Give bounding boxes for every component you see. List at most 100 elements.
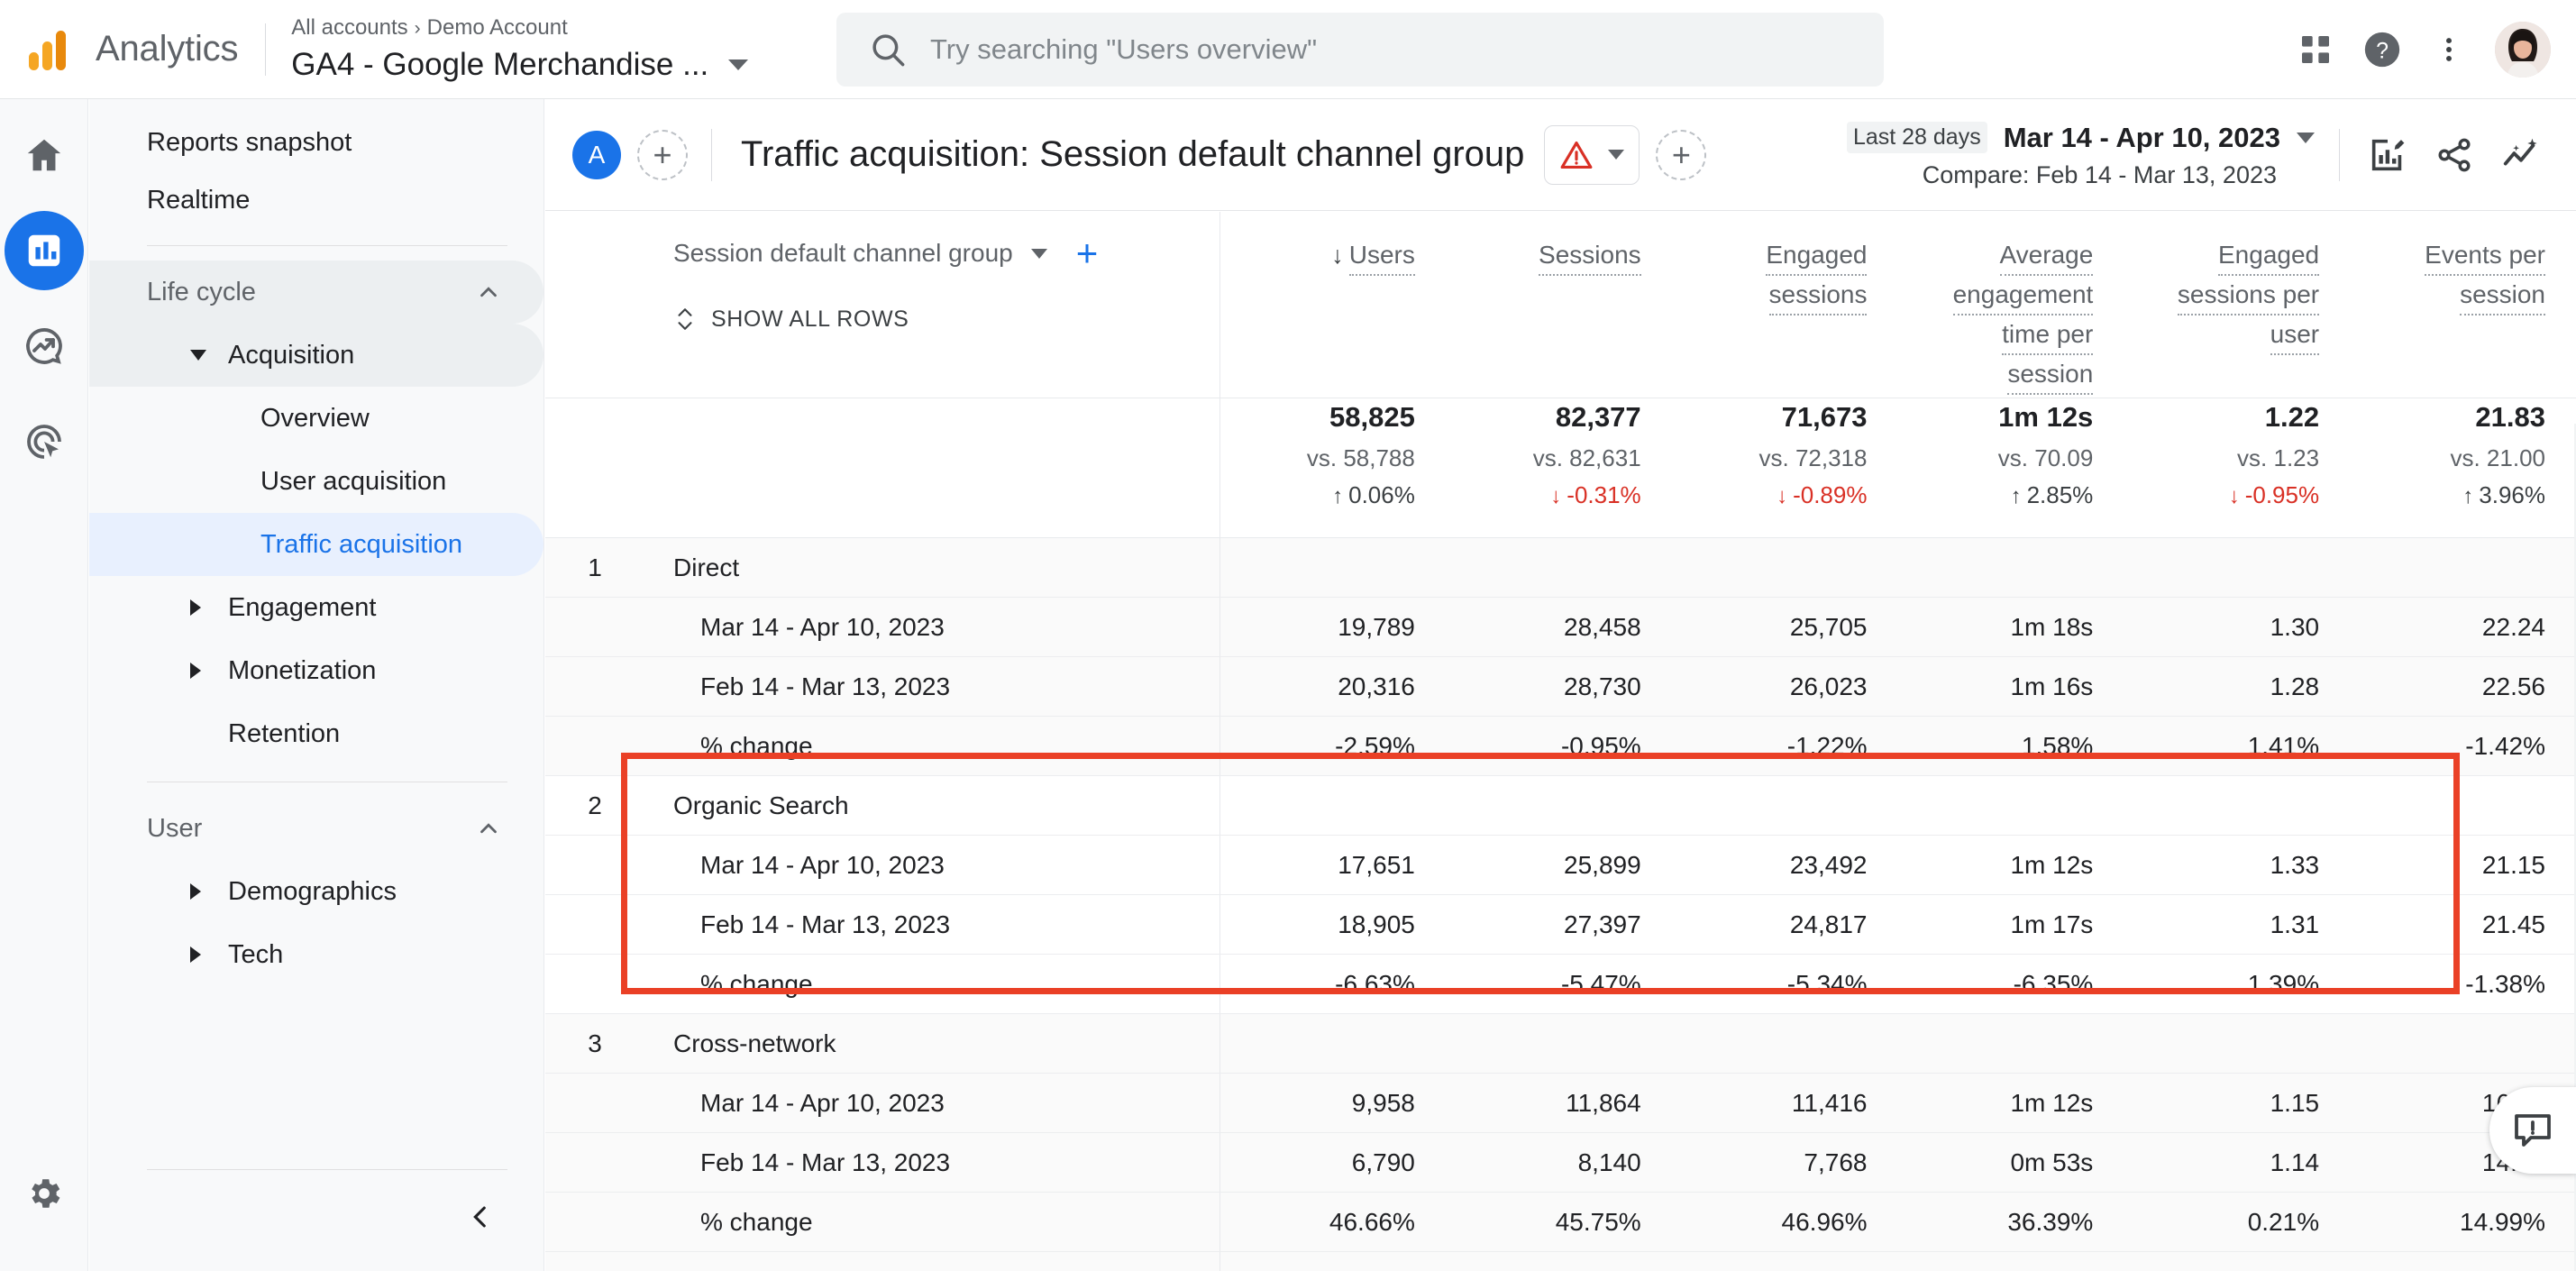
breadcrumb-all-accounts[interactable]: All accounts — [291, 15, 407, 40]
search-bar[interactable] — [836, 13, 1884, 87]
ga-logo-icon[interactable] — [20, 22, 76, 78]
row-index: 2 — [545, 776, 644, 836]
column-header-users[interactable]: ↓Users — [1219, 212, 1446, 398]
sidebar-item-label: Realtime — [147, 186, 250, 215]
empty-cell — [2124, 538, 2350, 598]
channel-group-name[interactable]: Direct — [644, 538, 1219, 598]
rail-item-advertising[interactable] — [5, 402, 84, 481]
column-header-sessions[interactable]: Sessions — [1446, 212, 1672, 398]
report-actions — [2354, 99, 2554, 211]
sidebar-section-life-cycle[interactable]: Life cycle — [89, 261, 544, 324]
table-group-row[interactable]: 3Cross-network — [545, 1014, 2576, 1074]
traffic-acquisition-table: Session default channel group + SHOW ALL R… — [545, 212, 2576, 1271]
sidebar-item-monetization[interactable]: Monetization — [89, 639, 544, 702]
breadcrumb: All accounts›Demo Account — [291, 14, 748, 42]
apps-grid-icon[interactable] — [2282, 16, 2349, 83]
arrow-right-icon — [190, 663, 201, 679]
date-range-selector[interactable]: Last 28 days Mar 14 - Apr 10, 2023 Compa… — [1847, 99, 2315, 211]
add-dimension-button[interactable]: + — [1076, 240, 1099, 266]
help-icon[interactable]: ? — [2349, 16, 2416, 83]
sidebar-item-tech[interactable]: Tech — [89, 923, 544, 986]
row-index: 4 — [545, 1252, 644, 1271]
property-name[interactable]: GA4 - Google Merchandise ... — [291, 46, 708, 84]
chevron-left-icon[interactable] — [455, 1192, 506, 1242]
metric-cell: 1.41% — [2124, 717, 2350, 776]
show-all-rows-button[interactable]: SHOW ALL ROWS — [673, 306, 1219, 333]
metric-cell: 20,316 — [1219, 657, 1446, 717]
edit-report-icon[interactable] — [2354, 122, 2421, 188]
metric-cell: 11,416 — [1672, 1074, 1898, 1133]
report-table-container[interactable]: Session default channel group + SHOW ALL R… — [545, 212, 2576, 1271]
sidebar-item-retention[interactable]: Retention — [89, 702, 544, 765]
table-group-row[interactable]: 4Unassigned — [545, 1252, 2576, 1271]
summary-change: ↑2.85% — [1905, 478, 2093, 514]
sidebar-item-engagement[interactable]: Engagement — [89, 576, 544, 639]
summary-comparison: vs. 70.09 — [1905, 440, 2093, 476]
metric-cell: 45.75% — [1446, 1193, 1672, 1252]
percent-change-row: % change46.66%45.75%46.96%36.39%0.21%14.… — [545, 1193, 2576, 1252]
empty-cell — [1219, 1014, 1446, 1074]
metric-cell: 22.56 — [2350, 657, 2576, 717]
summary-comparison: vs. 58,788 — [1228, 440, 1415, 476]
metric-cell: 21.45 — [2350, 895, 2576, 955]
metric-cell: 22.24 — [2350, 598, 2576, 657]
divider — [147, 1169, 507, 1170]
column-header-engaged-sessions per-user[interactable]: Engagedsessions peruser — [2124, 212, 2350, 398]
chevron-down-icon[interactable] — [1031, 249, 1047, 259]
metric-cell: 1.31 — [2124, 895, 2350, 955]
metric-cell: 1m 12s — [1897, 1074, 2124, 1133]
sidebar-item-overview[interactable]: Overview — [89, 387, 544, 450]
add-comparison-button[interactable]: + — [637, 130, 688, 180]
table-group-row[interactable]: 1Direct — [545, 538, 2576, 598]
sidebar-item-realtime[interactable]: Realtime — [89, 171, 544, 229]
period-label: Mar 14 - Apr 10, 2023 — [644, 598, 1219, 657]
metric-cell: 1.30 — [2124, 598, 2350, 657]
column-header-engaged-sessions[interactable]: Engagedsessions — [1672, 212, 1898, 398]
metric-cell: 26,023 — [1672, 657, 1898, 717]
insights-icon[interactable] — [2488, 122, 2554, 188]
sidebar-item-user-acquisition[interactable]: User acquisition — [89, 450, 544, 513]
avatar[interactable] — [2495, 22, 2551, 78]
rail-item-explore[interactable] — [5, 306, 84, 386]
summary-cell: 21.83vs. 21.00↑3.96% — [2350, 398, 2576, 538]
channel-group-name[interactable]: Organic Search — [644, 776, 1219, 836]
search-icon — [869, 31, 907, 69]
empty-cell — [1446, 1252, 1672, 1271]
more-vert-icon[interactable] — [2416, 16, 2482, 83]
search-input[interactable] — [930, 33, 1813, 66]
column-header-average-engagement-time per-session[interactable]: Averageengagementtime persession — [1897, 212, 2124, 398]
dimension-selector-label[interactable]: Session default channel group — [673, 239, 1013, 268]
empty-cell — [2350, 1014, 2576, 1074]
channel-group-name[interactable]: Unassigned — [644, 1252, 1219, 1271]
sidebar-section-label: Life cycle — [147, 278, 256, 307]
sidebar-section-user[interactable]: User — [89, 797, 544, 860]
chevron-up-icon[interactable] — [475, 279, 502, 306]
data-warning-chip[interactable] — [1544, 125, 1640, 185]
gear-icon[interactable] — [5, 1154, 84, 1233]
empty-cell — [1219, 1252, 1446, 1271]
chevron-down-icon[interactable] — [1608, 150, 1624, 160]
comparison-chip-all-users[interactable]: A — [572, 131, 621, 179]
rail-item-reports[interactable] — [5, 211, 84, 290]
summary-comparison: vs. 82,631 — [1453, 440, 1641, 476]
chevron-up-icon[interactable] — [475, 815, 502, 842]
column-header-events per-session[interactable]: Events persession — [2350, 212, 2576, 398]
table-group-row[interactable]: 2Organic Search — [545, 776, 2576, 836]
chevron-down-icon[interactable] — [728, 59, 748, 70]
account-selector[interactable]: All accounts›Demo Account GA4 - Google M… — [291, 14, 748, 84]
add-filter-button[interactable]: + — [1656, 130, 1706, 180]
breadcrumb-account[interactable]: Demo Account — [427, 15, 568, 40]
metric-cell: 25,705 — [1672, 598, 1898, 657]
sidebar-item-reports-snapshot[interactable]: Reports snapshot — [89, 114, 544, 171]
summary-value: 21.83 — [2357, 398, 2545, 436]
sidebar-item-demographics[interactable]: Demographics — [89, 860, 544, 923]
share-icon[interactable] — [2421, 122, 2488, 188]
empty-cell — [1446, 776, 1672, 836]
chevron-down-icon[interactable] — [2297, 133, 2315, 143]
metric-cell: 9,958 — [1219, 1074, 1446, 1133]
feedback-icon[interactable] — [2489, 1087, 2576, 1174]
channel-group-name[interactable]: Cross-network — [644, 1014, 1219, 1074]
sidebar-item-acquisition[interactable]: Acquisition — [89, 324, 544, 387]
sidebar-item-traffic-acquisition[interactable]: Traffic acquisition — [89, 513, 544, 576]
rail-item-home[interactable] — [5, 115, 84, 195]
